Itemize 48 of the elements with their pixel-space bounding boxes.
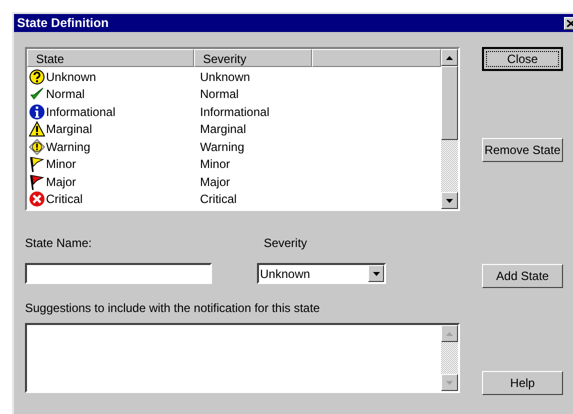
warning-state-icon — [29, 138, 45, 155]
severity-text: Informational — [200, 104, 270, 119]
dialog-button[interactable]: Close — [482, 47, 563, 71]
column-header[interactable]: Severity — [194, 49, 312, 67]
dialog-button[interactable]: Remove State — [482, 138, 563, 162]
suggestions-textarea[interactable] — [25, 323, 460, 393]
normal-state-icon — [29, 86, 45, 102]
critical-state-icon — [29, 191, 45, 208]
down-arrow-icon — [446, 380, 453, 384]
state-name: Minor — [46, 157, 76, 172]
informational-state-icon — [29, 104, 45, 120]
severity-text: Critical — [200, 192, 237, 206]
up-arrow-icon — [446, 332, 453, 336]
state-name: Normal — [46, 87, 85, 102]
scroll-up-button[interactable] — [441, 325, 458, 342]
dialog-button[interactable]: Add State — [482, 264, 563, 288]
severity-text: Marginal — [200, 122, 246, 136]
minor-state-icon — [29, 156, 45, 172]
column-header[interactable]: State — [27, 49, 194, 67]
state-name: Informational — [46, 104, 116, 119]
severity-text: Unknown — [200, 70, 250, 84]
unknown-state-icon — [29, 68, 45, 85]
suggestions-label: Suggestions to include with the notification for this state — [25, 301, 320, 315]
severity-dropdown[interactable]: Unknown — [257, 263, 386, 284]
severity-text: Minor — [200, 157, 230, 172]
state-name: Critical — [46, 192, 83, 206]
scroll-down-button[interactable] — [441, 374, 458, 391]
state-name: Major — [46, 174, 76, 189]
severity-text: Major — [200, 174, 230, 189]
close-icon — [567, 20, 573, 26]
major-state-icon — [29, 174, 45, 190]
dropdown-arrow-icon — [372, 272, 380, 276]
scroll-up-button[interactable] — [441, 49, 458, 66]
severity-label: Severity — [264, 236, 308, 251]
state-name: Warning — [46, 140, 90, 154]
window-title: State Definition — [17, 16, 109, 30]
severity-text: Warning — [200, 140, 244, 154]
marginal-state-icon — [29, 121, 45, 138]
state-name: Unknown — [46, 70, 96, 84]
severity-text: Normal — [200, 87, 239, 102]
down-arrow-icon — [446, 198, 453, 202]
dialog-button[interactable]: Help — [482, 371, 563, 395]
state-name: Marginal — [46, 122, 92, 136]
state-name-input[interactable] — [25, 263, 212, 284]
scroll-down-button[interactable] — [441, 192, 458, 209]
up-arrow-icon — [446, 56, 453, 60]
scroll-thumb[interactable] — [441, 66, 458, 140]
state-name-label: State Name: — [25, 236, 92, 251]
